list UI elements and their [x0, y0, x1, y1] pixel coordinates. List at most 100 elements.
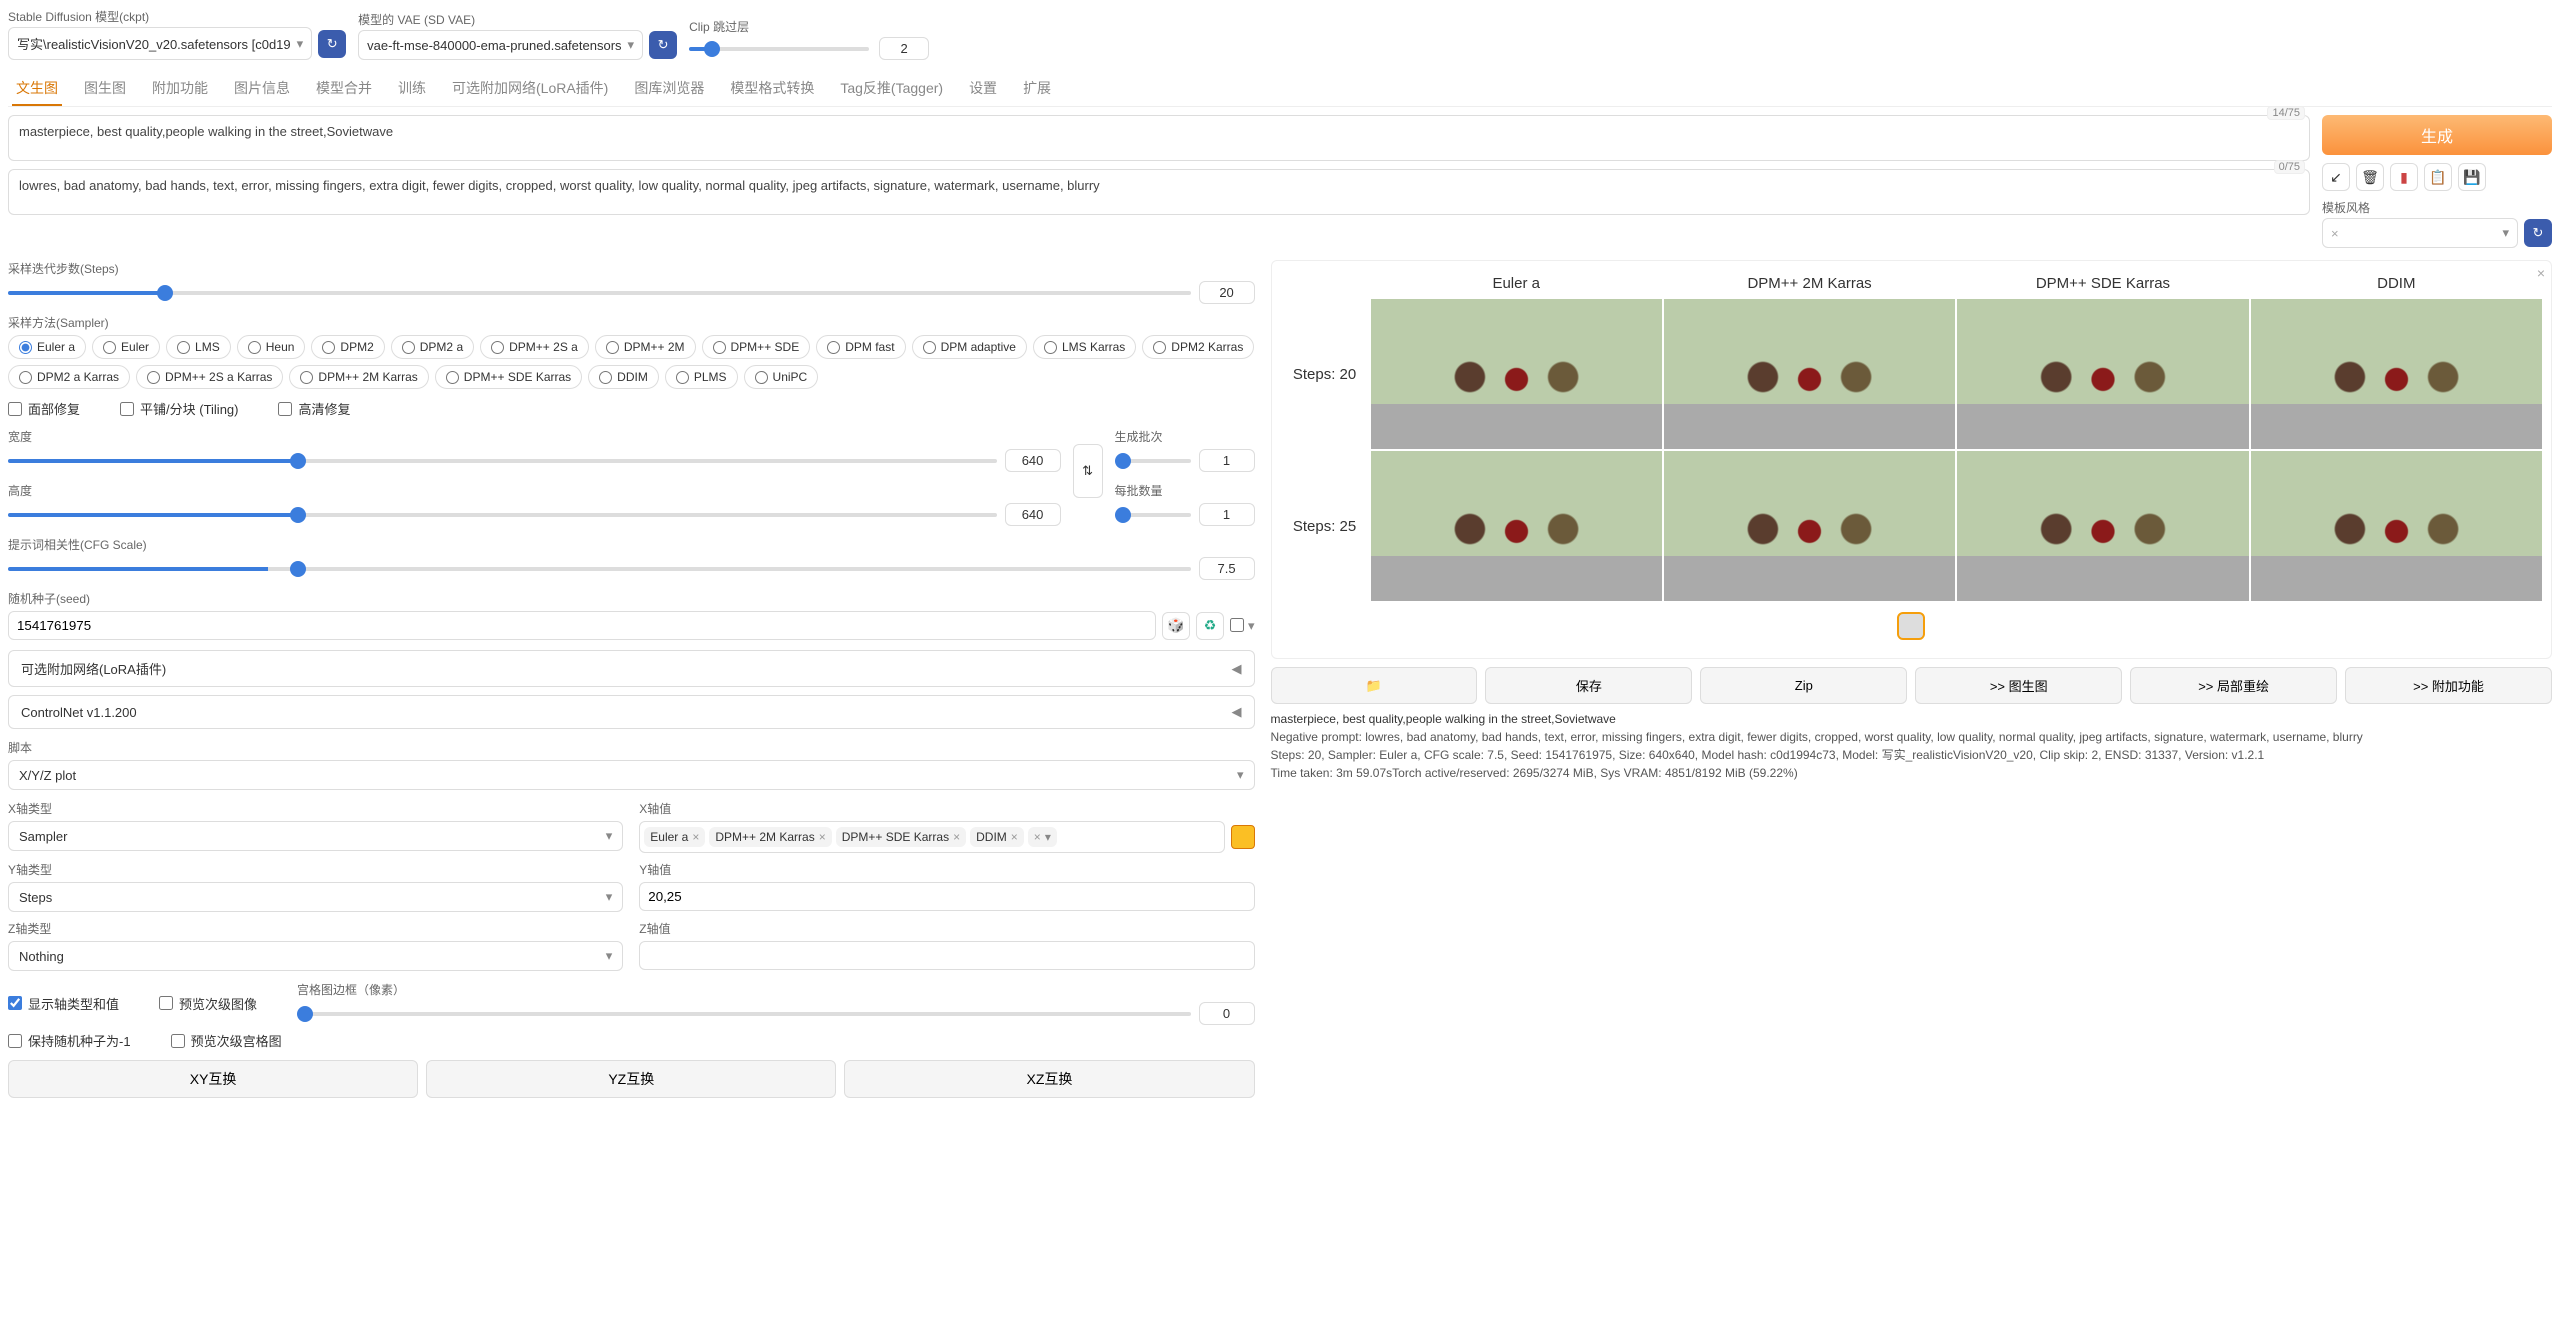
sampler-lms-karras[interactable]: LMS Karras [1033, 335, 1136, 359]
batch-count-value[interactable]: 1 [1199, 449, 1255, 472]
y-type-select[interactable]: Steps▾ [8, 882, 623, 912]
subgrid-check[interactable]: 预览次级宫格图 [171, 1031, 282, 1050]
hires-check[interactable]: 高清修复 [278, 399, 350, 418]
tab-tagger[interactable]: Tag反推(Tagger) [836, 72, 947, 106]
recycle-button[interactable]: ♻ [1196, 612, 1224, 640]
swap-wh-button[interactable]: ⇅ [1073, 444, 1103, 498]
sampler-dpm-2s-a[interactable]: DPM++ 2S a [480, 335, 589, 359]
controlnet-accordion[interactable]: ControlNet v1.1.200 ◀ [8, 695, 1255, 729]
save-button[interactable]: 💾 [2458, 163, 2486, 191]
steps-slider[interactable] [8, 291, 1191, 295]
sampler-unipc[interactable]: UniPC [744, 365, 819, 389]
send-img2img-button[interactable]: >> 图生图 [1915, 667, 2122, 704]
sampler-dpm-2s-a-karras[interactable]: DPM++ 2S a Karras [136, 365, 283, 389]
margin-slider[interactable] [297, 1012, 1191, 1016]
tab-txt2img[interactable]: 文生图 [12, 72, 62, 106]
style-clear-icon[interactable]: × [2331, 226, 2339, 241]
seed-input[interactable] [8, 611, 1156, 640]
height-slider[interactable] [8, 513, 997, 517]
tab-merge[interactable]: 模型合并 [312, 72, 376, 106]
x-token[interactable]: DPM++ SDE Karras× [836, 827, 966, 847]
x-token[interactable]: DPM++ 2M Karras× [709, 827, 831, 847]
width-value[interactable]: 640 [1005, 449, 1061, 472]
sampler-dpm-fast[interactable]: DPM fast [816, 335, 905, 359]
sampler-dpm2[interactable]: DPM2 [311, 335, 384, 359]
gallery-cell[interactable] [1957, 299, 2248, 449]
trash-button[interactable]: 🗑 [2356, 163, 2384, 191]
sub-preview-check[interactable]: 预览次级图像 [159, 981, 257, 1025]
close-gallery-button[interactable]: × [2537, 265, 2545, 281]
x-token[interactable]: DDIM× [970, 827, 1024, 847]
sampler-dpm2-a-karras[interactable]: DPM2 a Karras [8, 365, 130, 389]
tab-pnginfo[interactable]: 图片信息 [230, 72, 294, 106]
tab-img2img[interactable]: 图生图 [80, 72, 130, 106]
clip-slider[interactable] [689, 47, 869, 51]
prompt-negative[interactable]: 0/75 lowres, bad anatomy, bad hands, tex… [8, 169, 2310, 215]
sampler-lms[interactable]: LMS [166, 335, 231, 359]
show-axis-check[interactable]: 显示轴类型和值 [8, 981, 119, 1025]
clip-value[interactable]: 2 [879, 37, 929, 60]
tab-train[interactable]: 训练 [394, 72, 430, 106]
sampler-dpm2-a[interactable]: DPM2 a [391, 335, 474, 359]
send-inpaint-button[interactable]: >> 局部重绘 [2130, 667, 2337, 704]
gallery-cell[interactable] [2251, 299, 2542, 449]
sampler-dpm-adaptive[interactable]: DPM adaptive [912, 335, 1027, 359]
script-select[interactable]: X/Y/Z plot▾ [8, 760, 1255, 790]
sampler-dpm-2m[interactable]: DPM++ 2M [595, 335, 696, 359]
token-remove-icon[interactable]: × [819, 830, 826, 844]
sampler-euler-a[interactable]: Euler a [8, 335, 86, 359]
steps-value[interactable]: 20 [1199, 281, 1255, 304]
tab-settings[interactable]: 设置 [965, 72, 1001, 106]
x-val-tokens[interactable]: Euler a×DPM++ 2M Karras×DPM++ SDE Karras… [639, 821, 1224, 853]
cfg-slider[interactable] [8, 567, 1191, 571]
cfg-value[interactable]: 7.5 [1199, 557, 1255, 580]
batch-count-slider[interactable] [1115, 459, 1191, 463]
gallery-cell[interactable] [2251, 451, 2542, 601]
swap-xy-button[interactable]: XY互换 [8, 1060, 418, 1098]
width-slider[interactable] [8, 459, 997, 463]
z-val-input[interactable] [639, 941, 1254, 970]
refresh-style-button[interactable]: ↻ [2524, 219, 2552, 247]
x-val-book-button[interactable] [1231, 825, 1255, 849]
height-value[interactable]: 640 [1005, 503, 1061, 526]
token-remove-icon[interactable]: × [1034, 830, 1041, 844]
token-remove-icon[interactable]: × [953, 830, 960, 844]
tab-browser[interactable]: 图库浏览器 [630, 72, 708, 106]
token-remove-icon[interactable]: × [692, 830, 699, 844]
prompt-positive[interactable]: 14/75 masterpiece, best quality,people w… [8, 115, 2310, 161]
batch-size-slider[interactable] [1115, 513, 1191, 517]
sampler-ddim[interactable]: DDIM [588, 365, 659, 389]
open-folder-button[interactable]: 📁 [1271, 667, 1478, 704]
tab-lora[interactable]: 可选附加网络(LoRA插件) [448, 72, 612, 106]
keep-seed-check[interactable]: 保持随机种子为-1 [8, 1031, 131, 1050]
face-restore-check[interactable]: 面部修复 [8, 399, 80, 418]
dice-button[interactable]: 🎲 [1162, 612, 1190, 640]
swap-xz-button[interactable]: XZ互换 [844, 1060, 1254, 1098]
send-extras-button[interactable]: >> 附加功能 [2345, 667, 2552, 704]
card-button[interactable]: ▮ [2390, 163, 2418, 191]
z-type-select[interactable]: Nothing▾ [8, 941, 623, 971]
tiling-check[interactable]: 平铺/分块 (Tiling) [120, 399, 238, 418]
y-val-input[interactable] [639, 882, 1254, 911]
sampler-dpm-sde[interactable]: DPM++ SDE [702, 335, 811, 359]
batch-size-value[interactable]: 1 [1199, 503, 1255, 526]
generate-button[interactable]: 生成 [2322, 115, 2552, 155]
sampler-heun[interactable]: Heun [237, 335, 306, 359]
gallery-thumb-selected[interactable] [1897, 612, 1925, 640]
sampler-euler[interactable]: Euler [92, 335, 160, 359]
gallery-cell[interactable] [1664, 299, 1955, 449]
clipboard-button[interactable]: 📋 [2424, 163, 2452, 191]
x-type-select[interactable]: Sampler▾ [8, 821, 623, 851]
gallery-cell[interactable] [1371, 299, 1662, 449]
tab-extras[interactable]: 附加功能 [148, 72, 212, 106]
seed-extra-check[interactable]: ▾ [1230, 618, 1255, 634]
x-token-clear[interactable]: × ▾ [1028, 827, 1057, 847]
sampler-dpm2-karras[interactable]: DPM2 Karras [1142, 335, 1254, 359]
vae-select[interactable]: vae-ft-mse-840000-ema-pruned.safetensors… [358, 30, 643, 60]
sampler-dpm-2m-karras[interactable]: DPM++ 2M Karras [289, 365, 428, 389]
token-remove-icon[interactable]: × [1011, 830, 1018, 844]
gallery-cell[interactable] [1957, 451, 2248, 601]
save-output-button[interactable]: 保存 [1485, 667, 1692, 704]
sampler-plms[interactable]: PLMS [665, 365, 738, 389]
x-token[interactable]: Euler a× [644, 827, 705, 847]
